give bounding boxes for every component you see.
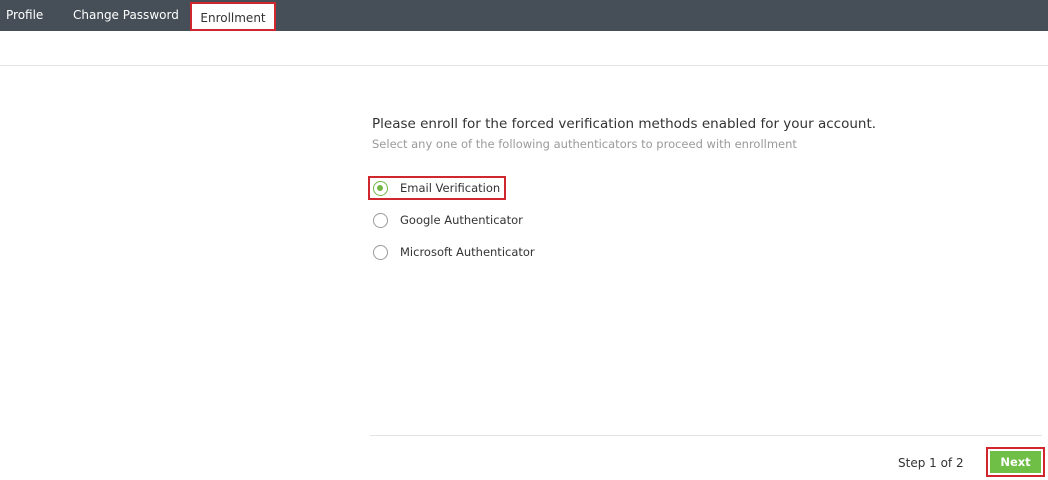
radio-unselected-icon[interactable]	[373, 245, 388, 260]
option-label: Email Verification	[400, 181, 501, 195]
option-label: Google Authenticator	[400, 213, 523, 227]
tab-profile[interactable]: Profile	[6, 0, 43, 31]
page-subheading: Select any one of the following authenti…	[372, 137, 797, 151]
option-label: Microsoft Authenticator	[400, 245, 535, 259]
step-indicator: Step 1 of 2	[898, 456, 964, 470]
option-email-verification[interactable]: Email Verification	[368, 176, 506, 200]
top-nav-bar: Profile Change Password Enrollment	[0, 0, 1048, 31]
footer-divider	[370, 435, 1042, 436]
tab-change-password[interactable]: Change Password	[73, 0, 179, 31]
next-button[interactable]: Next	[990, 451, 1041, 473]
radio-unselected-icon[interactable]	[373, 213, 388, 228]
option-google-authenticator[interactable]: Google Authenticator	[368, 208, 568, 232]
radio-dot	[377, 185, 383, 191]
next-button-highlight: Next	[986, 447, 1045, 477]
header-divider	[0, 65, 1048, 66]
tab-enrollment[interactable]: Enrollment	[190, 2, 276, 31]
page-heading: Please enroll for the forced verificatio…	[372, 116, 877, 132]
radio-selected-icon[interactable]	[373, 181, 388, 196]
option-microsoft-authenticator[interactable]: Microsoft Authenticator	[368, 240, 568, 264]
